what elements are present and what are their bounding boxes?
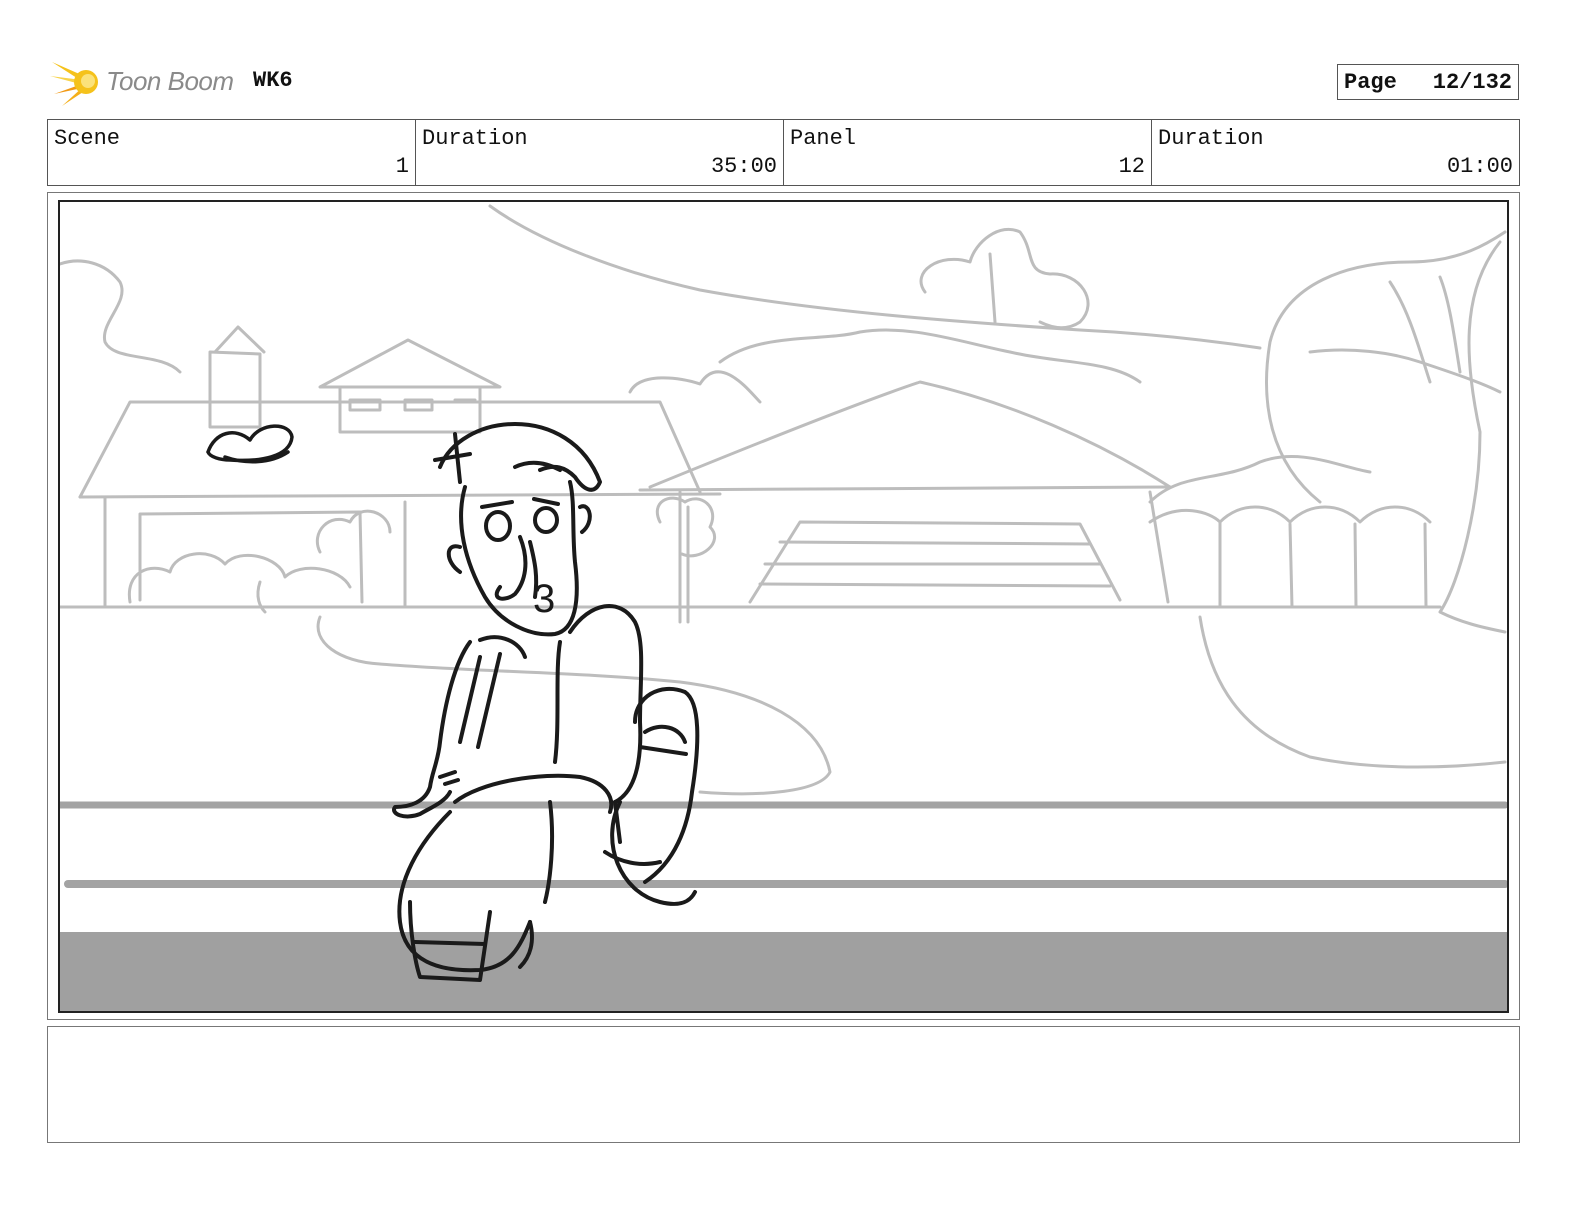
scene-cell: Scene 1 — [48, 120, 416, 185]
panel-value: 12 — [1118, 154, 1145, 179]
storyboard-drawing: 3 — [58, 200, 1509, 1013]
brand-name: Toon Boom — [106, 65, 234, 96]
page-label: Page — [1344, 69, 1397, 95]
panel-duration-label: Duration — [1158, 126, 1264, 151]
scene-duration-cell: Duration 35:00 — [416, 120, 784, 185]
panel-cell: Panel 12 — [784, 120, 1152, 185]
toon-boom-logo: Toon Boom — [50, 54, 234, 108]
sunburst-logo-icon — [50, 62, 98, 106]
sketch-canvas: 3 — [60, 204, 1507, 1011]
panel-label: Panel — [790, 126, 857, 151]
scene-duration-value: 35:00 — [710, 154, 777, 179]
page-indicator: Page 12/132 — [1337, 64, 1519, 100]
scene-duration-label: Duration — [422, 126, 528, 151]
panel-info-bar: Scene 1 Duration 35:00 Panel 12 Duration… — [47, 119, 1520, 186]
shirt-number: 3 — [533, 577, 555, 621]
project-name: WK6 — [253, 68, 293, 93]
panel-duration-cell: Duration 01:00 — [1152, 120, 1519, 185]
panel-duration-value: 01:00 — [1446, 154, 1513, 179]
scene-label: Scene — [54, 126, 121, 151]
street-fill — [60, 932, 1507, 1011]
scene-value: 1 — [395, 154, 409, 179]
panel-notes-area — [47, 1026, 1520, 1143]
page-value: 12/132 — [1432, 69, 1512, 95]
